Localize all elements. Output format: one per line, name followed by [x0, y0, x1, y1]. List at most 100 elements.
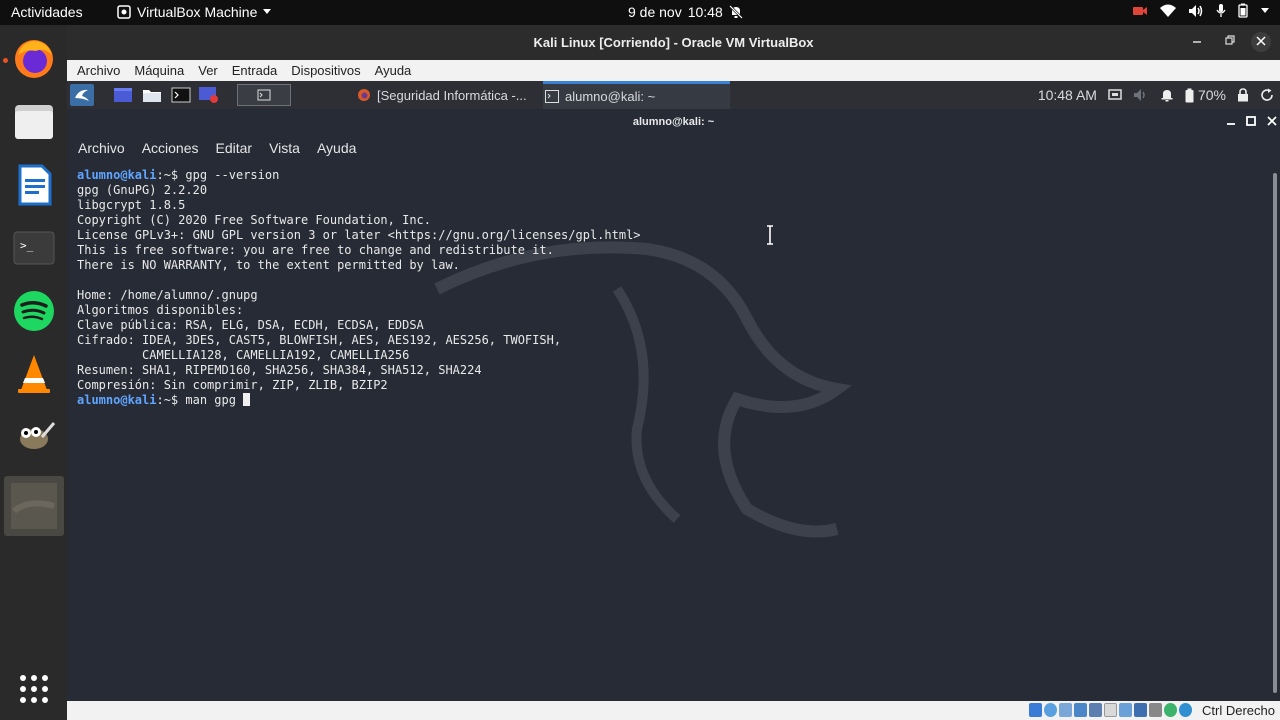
gimp-icon[interactable] — [10, 413, 58, 461]
menu-ayuda[interactable]: Ayuda — [375, 63, 412, 78]
volume-muted-icon[interactable] — [1133, 88, 1149, 102]
activities-button[interactable]: Actividades — [11, 4, 83, 20]
task-browser[interactable]: [Seguridad Informática -... — [357, 81, 539, 109]
task-terminal[interactable]: alumno@kali: ~ — [543, 81, 730, 109]
audio-icon[interactable] — [1059, 703, 1072, 717]
output-line: Algoritmos disponibles: — [77, 303, 244, 317]
libreoffice-writer-icon[interactable] — [10, 161, 58, 209]
notifications-bell-icon[interactable] — [1160, 88, 1174, 102]
panel-clock[interactable]: 10:48 AM — [1038, 87, 1097, 103]
terminal-menu-archivo[interactable]: Archivo — [78, 140, 125, 156]
firefox-icon[interactable] — [10, 35, 58, 83]
camera-recording-icon — [1132, 5, 1148, 17]
wifi-icon — [1160, 4, 1176, 18]
menu-maquina[interactable]: Máquina — [134, 63, 184, 78]
menu-dispositivos[interactable]: Dispositivos — [291, 63, 360, 78]
folder-icon[interactable] — [140, 84, 164, 106]
chevron-down-icon — [262, 8, 272, 16]
virtualbox-machine-icon[interactable] — [4, 476, 64, 536]
app-menu[interactable]: VirtualBox Machine — [116, 4, 272, 20]
terminal-menu-vista[interactable]: Vista — [269, 140, 300, 156]
svg-text:>_: >_ — [20, 239, 34, 252]
guest-additions-icon[interactable] — [1164, 703, 1177, 717]
terminal-launcher-icon[interactable] — [169, 84, 193, 106]
show-desktop-button[interactable] — [237, 84, 291, 106]
terminal-icon[interactable]: >_ — [10, 224, 58, 272]
system-tray[interactable] — [1132, 3, 1270, 18]
menu-ver[interactable]: Ver — [198, 63, 218, 78]
microphone-icon — [1216, 3, 1226, 18]
menu-entrada[interactable]: Entrada — [232, 63, 278, 78]
task-browser-label: [Seguridad Informática -... — [377, 87, 527, 103]
prompt-line: alumno@kali:~$ gpg --version — [77, 168, 1257, 183]
output-line: License GPLv3+: GNU GPL version 3 or lat… — [77, 228, 641, 242]
ibeam-cursor-icon — [767, 225, 773, 245]
command-text: man gpg — [185, 393, 244, 407]
terminal-title-bar[interactable]: alumno@kali: ~ — [67, 109, 1280, 135]
refresh-icon[interactable] — [1260, 88, 1274, 102]
workspace-icon[interactable] — [112, 84, 134, 106]
power-menu-chevron-icon — [1260, 7, 1270, 15]
gnome-top-bar: Actividades VirtualBox Machine 9 de nov … — [0, 0, 1280, 25]
terminal-close-button[interactable] — [1267, 109, 1277, 135]
prompt-user: alumno@kali — [77, 168, 157, 182]
terminal-menu-bar: Archivo Acciones Editar Vista Ayuda — [67, 135, 1280, 161]
prompt-user: alumno@kali — [77, 393, 157, 407]
video-capture-icon[interactable] — [1134, 703, 1147, 717]
output-line: This is free software: you are free to c… — [77, 243, 554, 257]
running-indicator — [3, 58, 8, 63]
battery-indicator[interactable]: 70% — [1185, 87, 1226, 103]
display-status-icon[interactable] — [1119, 703, 1132, 717]
hard-disk-icon[interactable] — [1029, 703, 1042, 717]
output-line: Home: /home/alumno/.gnupg — [77, 288, 258, 302]
optical-drive-icon[interactable] — [1044, 703, 1057, 717]
vbox-title-bar[interactable]: Kali Linux [Corriendo] - Oracle VM Virtu… — [67, 25, 1280, 60]
battery-icon — [1238, 3, 1248, 18]
usb-icon[interactable] — [1089, 703, 1102, 717]
task-terminal-label: alumno@kali: ~ — [565, 89, 656, 104]
minimize-button[interactable] — [1192, 33, 1202, 48]
grid-icon[interactable] — [10, 665, 58, 713]
prompt-suffix: :~$ — [156, 393, 186, 407]
output-line: gpg (GnuPG) 2.2.20 — [77, 183, 208, 197]
display-icon[interactable] — [1108, 89, 1122, 101]
terminal-menu-editar[interactable]: Editar — [216, 140, 253, 156]
terminal-output[interactable]: alumno@kali:~$ gpg --version gpg (GnuPG) … — [77, 168, 1257, 408]
firefox-icon — [357, 88, 371, 102]
vbox-menu-bar: Archivo Máquina Ver Entrada Dispositivos… — [67, 60, 1280, 81]
terminal-window[interactable]: alumno@kali: ~ Archivo Acciones Editar V… — [67, 109, 1280, 701]
network-icon[interactable] — [1074, 703, 1087, 717]
notifications-muted-icon — [728, 5, 743, 19]
terminal-minimize-button[interactable] — [1226, 109, 1236, 135]
kali-panel: [Seguridad Informática -... alumno@kali:… — [67, 81, 1280, 109]
shared-folders-icon[interactable] — [1104, 703, 1117, 717]
screen-recorder-icon[interactable] — [197, 84, 221, 106]
panel-tray: 10:48 AM 70% — [1038, 81, 1274, 109]
clock[interactable]: 9 de nov 10:48 — [628, 4, 743, 20]
date-label: 9 de nov — [628, 4, 682, 20]
cpu-icon[interactable] — [1149, 703, 1162, 717]
battery-icon — [1185, 88, 1194, 103]
terminal-menu-ayuda[interactable]: Ayuda — [317, 140, 356, 156]
app-menu-label: VirtualBox Machine — [137, 4, 258, 20]
volume-icon — [1188, 4, 1204, 18]
mouse-integration-icon[interactable] — [1179, 703, 1192, 717]
spotify-icon[interactable] — [10, 287, 58, 335]
terminal-maximize-button[interactable] — [1246, 109, 1256, 135]
status-icons — [1029, 703, 1192, 717]
terminal-icon — [545, 90, 559, 103]
vlc-icon[interactable] — [10, 350, 58, 398]
lock-icon[interactable] — [1237, 88, 1249, 102]
terminal-scrollbar[interactable] — [1273, 173, 1277, 693]
host-key-label: Ctrl Derecho — [1202, 703, 1275, 718]
kali-menu-icon[interactable] — [70, 84, 94, 106]
restore-button[interactable] — [1225, 33, 1235, 48]
close-button[interactable] — [1251, 32, 1271, 52]
files-icon[interactable] — [10, 98, 58, 146]
command-text: gpg --version — [185, 168, 280, 182]
prompt-line: alumno@kali:~$ man gpg — [77, 393, 1257, 408]
menu-archivo[interactable]: Archivo — [77, 63, 120, 78]
terminal-menu-acciones[interactable]: Acciones — [142, 140, 199, 156]
output-line: Clave pública: RSA, ELG, DSA, ECDH, ECDS… — [77, 318, 424, 332]
